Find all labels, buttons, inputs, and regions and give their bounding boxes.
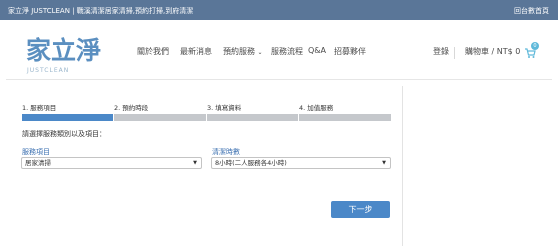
form-instruction: 請選擇服務類別以及項目： bbox=[22, 130, 106, 138]
category-select-value: 居家清掃 bbox=[25, 159, 51, 167]
step-4-label: 4. 加值服務 bbox=[299, 104, 334, 112]
cart-link[interactable]: 購物車 / NT$ 0 bbox=[465, 46, 520, 57]
svg-text:家立淨: 家立淨 bbox=[26, 36, 101, 65]
step-3-bar bbox=[207, 114, 298, 121]
sidebar-divider bbox=[402, 86, 403, 246]
nav-item-booking-label: 預約服務 bbox=[223, 47, 255, 56]
back-to-home-link[interactable]: 回台數首頁 bbox=[514, 6, 549, 16]
category-label: 服務項目 bbox=[22, 148, 50, 156]
nav-item-recruit[interactable]: 招募夥伴 bbox=[334, 46, 366, 57]
nav-item-process[interactable]: 服務流程 bbox=[271, 46, 303, 57]
cart-count-badge: 0 bbox=[531, 42, 539, 50]
duration-select-value: 8小時(二人服務各4小時) bbox=[215, 159, 287, 167]
step-4-bar bbox=[299, 114, 391, 121]
step-2-bar bbox=[114, 114, 206, 121]
chevron-down-icon: ⌄ bbox=[257, 49, 263, 56]
nav-item-about[interactable]: 關於我們 bbox=[137, 46, 169, 57]
logo-subtitle: JUSTCLEAN bbox=[27, 67, 70, 74]
step-3-label: 3. 填寫資料 bbox=[207, 104, 242, 112]
nav-separator bbox=[454, 47, 455, 59]
step-2-label: 2. 預約時段 bbox=[114, 104, 149, 112]
top-bar-title: 家立淨 JUSTCLEAN | 戰溪清潔居家清掃,預約打掃,到府清潔 bbox=[8, 7, 194, 15]
select-arrow-icon: ▼ bbox=[382, 160, 386, 166]
login-link[interactable]: 登錄 bbox=[433, 46, 449, 57]
duration-label: 清潔時數 bbox=[212, 148, 240, 156]
nav-item-qa[interactable]: Q&A bbox=[308, 46, 326, 55]
select-arrow-icon: ▼ bbox=[193, 160, 197, 166]
site-logo[interactable]: 家立淨 JUSTCLEAN bbox=[24, 31, 119, 79]
top-bar: 家立淨 JUSTCLEAN | 戰溪清潔居家清掃,預約打掃,到府清潔 回台數首頁 bbox=[0, 0, 558, 20]
duration-select[interactable]: 8小時(二人服務各4小時) ▼ bbox=[211, 157, 391, 169]
category-select[interactable]: 居家清掃 ▼ bbox=[21, 157, 202, 169]
step-1-bar bbox=[22, 114, 113, 121]
next-step-button[interactable]: 下一步 bbox=[331, 201, 390, 218]
header-divider bbox=[6, 79, 552, 80]
step-1-label: 1. 服務項目 bbox=[22, 104, 57, 112]
nav-item-news[interactable]: 最新消息 bbox=[180, 46, 212, 57]
site-header: 家立淨 JUSTCLEAN 關於我們 最新消息 預約服務 ⌄ 服務流程 Q&A … bbox=[0, 20, 558, 76]
nav-item-booking[interactable]: 預約服務 ⌄ bbox=[223, 46, 263, 57]
